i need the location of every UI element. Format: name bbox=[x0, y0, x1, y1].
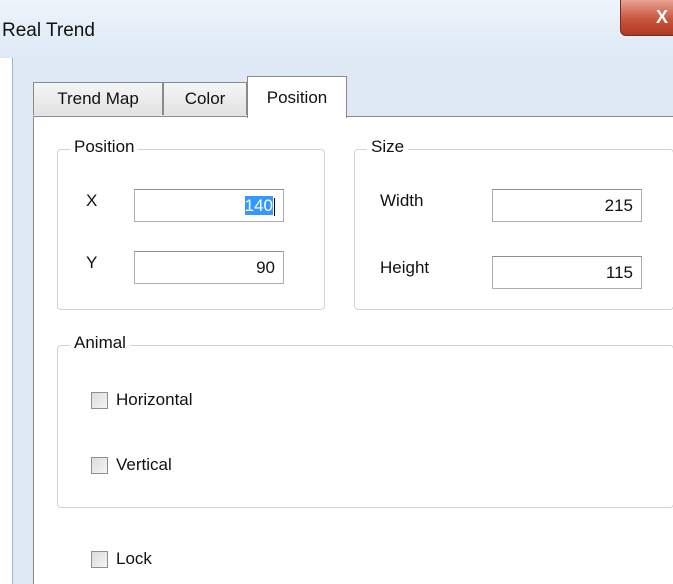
y-field[interactable]: 90 bbox=[134, 251, 284, 284]
lock-checkbox[interactable] bbox=[91, 550, 108, 568]
position-legend: Position bbox=[70, 137, 139, 157]
title-bar: Real Trend X bbox=[0, 0, 673, 58]
lock-checkbox-row[interactable]: Lock bbox=[91, 549, 152, 569]
y-label: Y bbox=[86, 253, 98, 272]
width-field[interactable]: 215 bbox=[492, 189, 642, 222]
horizontal-checkbox[interactable] bbox=[91, 391, 108, 409]
vertical-label: Vertical bbox=[116, 455, 172, 474]
window-title: Real Trend bbox=[2, 20, 95, 41]
width-label: Width bbox=[380, 191, 424, 210]
x-field[interactable]: 140 bbox=[134, 189, 284, 222]
height-label: Height bbox=[380, 258, 430, 277]
lock-label: Lock bbox=[116, 549, 152, 568]
x-value: 140 bbox=[244, 196, 273, 215]
text-caret bbox=[274, 197, 275, 216]
close-button[interactable]: X bbox=[620, 0, 673, 36]
tab-position[interactable]: Position bbox=[247, 76, 347, 118]
tab-color[interactable]: Color bbox=[163, 82, 247, 115]
tab-trend-map[interactable]: Trend Map bbox=[33, 82, 163, 115]
close-icon: X bbox=[655, 7, 668, 27]
vertical-checkbox-row[interactable]: Vertical bbox=[91, 455, 172, 475]
animal-group bbox=[57, 345, 673, 508]
horizontal-checkbox-row[interactable]: Horizontal bbox=[91, 390, 193, 410]
tab-panel: Position X 140 Y 90 Size Width 215 Heigh… bbox=[33, 116, 673, 584]
size-legend: Size bbox=[367, 137, 409, 157]
animal-legend: Animal bbox=[70, 333, 130, 353]
horizontal-label: Horizontal bbox=[116, 390, 193, 409]
height-field[interactable]: 115 bbox=[492, 256, 642, 289]
position-group bbox=[57, 149, 325, 310]
x-label: X bbox=[86, 191, 98, 210]
vertical-checkbox[interactable] bbox=[91, 456, 108, 474]
